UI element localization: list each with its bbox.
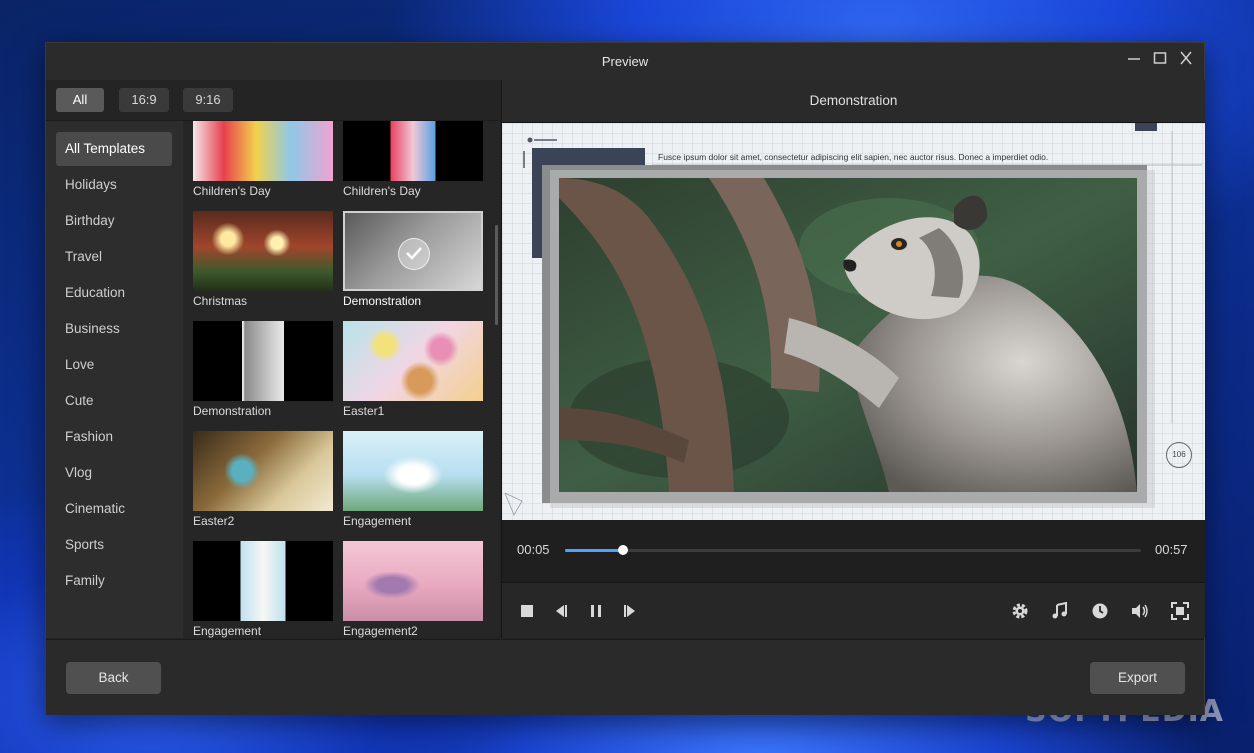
template-name: Engagement2 <box>343 624 418 638</box>
category-cute[interactable]: Cute <box>56 384 172 418</box>
template-tile[interactable]: Easter2 <box>193 431 333 528</box>
template-tile-selected[interactable]: Demonstration <box>343 211 483 308</box>
overlay-badge: 106 <box>1166 442 1192 468</box>
category-birthday[interactable]: Birthday <box>56 204 172 238</box>
fullscreen-icon[interactable] <box>1170 601 1190 621</box>
category-sidebar: All Templates Holidays Birthday Travel E… <box>46 121 183 638</box>
template-tile[interactable]: Children's Day <box>343 121 483 198</box>
category-love[interactable]: Love <box>56 348 172 382</box>
video-preview[interactable]: Fusce ipsum dolor sit amet, consectetur … <box>502 123 1205 520</box>
template-thumbnail <box>193 541 333 621</box>
total-time: 00:57 <box>1155 542 1188 557</box>
template-tile[interactable]: Children's Day <box>193 121 333 198</box>
preview-title: Demonstration <box>502 80 1205 123</box>
template-name: Demonstration <box>193 404 272 418</box>
template-name: Engagement <box>193 624 262 638</box>
window-title: Preview <box>601 54 649 69</box>
minimize-button[interactable] <box>1122 51 1146 71</box>
aspect-filter-bar: All 16:9 9:16 <box>46 80 500 121</box>
volume-icon[interactable] <box>1130 601 1150 621</box>
template-name: Easter2 <box>193 514 235 528</box>
category-cinematic[interactable]: Cinematic <box>56 492 172 526</box>
progress-track[interactable] <box>565 545 1141 555</box>
template-thumbnail <box>343 541 483 621</box>
category-sports[interactable]: Sports <box>56 528 172 562</box>
back-button[interactable]: Back <box>66 662 161 694</box>
footer-bar: Back Export <box>46 639 1204 715</box>
filter-all-button[interactable]: All <box>56 88 104 112</box>
music-icon[interactable] <box>1050 601 1070 621</box>
clock-icon[interactable] <box>1090 601 1110 621</box>
template-name: Children's Day <box>343 184 421 198</box>
filter-16-9-button[interactable]: 16:9 <box>119 88 169 112</box>
title-bar: Preview <box>46 43 1204 81</box>
template-thumbnail <box>193 211 333 291</box>
template-name: Christmas <box>193 294 248 308</box>
template-thumbnail <box>193 321 333 401</box>
stop-icon[interactable] <box>517 601 537 621</box>
close-button[interactable] <box>1174 51 1198 71</box>
template-tile[interactable]: Easter1 <box>343 321 483 418</box>
template-grid-scrollbar[interactable] <box>495 225 498 325</box>
export-button[interactable]: Export <box>1090 662 1185 694</box>
category-vlog[interactable]: Vlog <box>56 456 172 490</box>
progress-fill <box>565 549 623 552</box>
lemur-photo <box>559 178 1137 492</box>
pause-icon[interactable] <box>586 601 606 621</box>
category-all-templates[interactable]: All Templates <box>56 132 172 166</box>
prev-frame-icon[interactable] <box>551 601 571 621</box>
template-thumbnail <box>343 211 483 291</box>
timeline-bar: 00:05 00:57 <box>502 520 1205 583</box>
template-name: Demonstration <box>343 294 422 308</box>
progress-handle[interactable] <box>617 545 628 555</box>
overlay-caption: Fusce ipsum dolor sit amet, consectetur … <box>658 152 1049 162</box>
template-name: Engagement <box>343 514 412 528</box>
template-thumbnail <box>193 431 333 511</box>
preview-panel: Demonstration Fusce ipsum dolor sit amet… <box>501 80 1205 638</box>
template-grid: Children's Day Children's Day Christmas … <box>183 121 500 638</box>
preview-window: Preview All 16:9 9:16 All Templates Holi… <box>45 42 1205 715</box>
category-family[interactable]: Family <box>56 564 172 598</box>
template-thumbnail <box>343 321 483 401</box>
template-browser: All 16:9 9:16 All Templates Holidays Bir… <box>46 80 500 638</box>
template-thumbnail <box>193 121 333 181</box>
current-time: 00:05 <box>517 542 550 557</box>
category-holidays[interactable]: Holidays <box>56 168 172 202</box>
template-name: Children's Day <box>193 184 271 198</box>
template-tile[interactable]: Engagement <box>193 541 333 638</box>
template-tile[interactable]: Engagement2 <box>343 541 483 638</box>
template-tile[interactable]: Engagement <box>343 431 483 528</box>
selected-check-icon <box>398 238 430 270</box>
template-thumbnail <box>343 121 483 181</box>
playback-controls <box>502 583 1205 638</box>
template-tile[interactable]: Christmas <box>193 211 333 308</box>
category-business[interactable]: Business <box>56 312 172 346</box>
template-name: Easter1 <box>343 404 385 418</box>
category-travel[interactable]: Travel <box>56 240 172 274</box>
filter-9-16-button[interactable]: 9:16 <box>183 88 233 112</box>
settings-icon[interactable] <box>1010 601 1030 621</box>
category-education[interactable]: Education <box>56 276 172 310</box>
maximize-button[interactable] <box>1148 51 1172 71</box>
next-frame-icon[interactable] <box>620 601 640 621</box>
category-fashion[interactable]: Fashion <box>56 420 172 454</box>
template-thumbnail <box>343 431 483 511</box>
template-tile[interactable]: Demonstration <box>193 321 333 418</box>
